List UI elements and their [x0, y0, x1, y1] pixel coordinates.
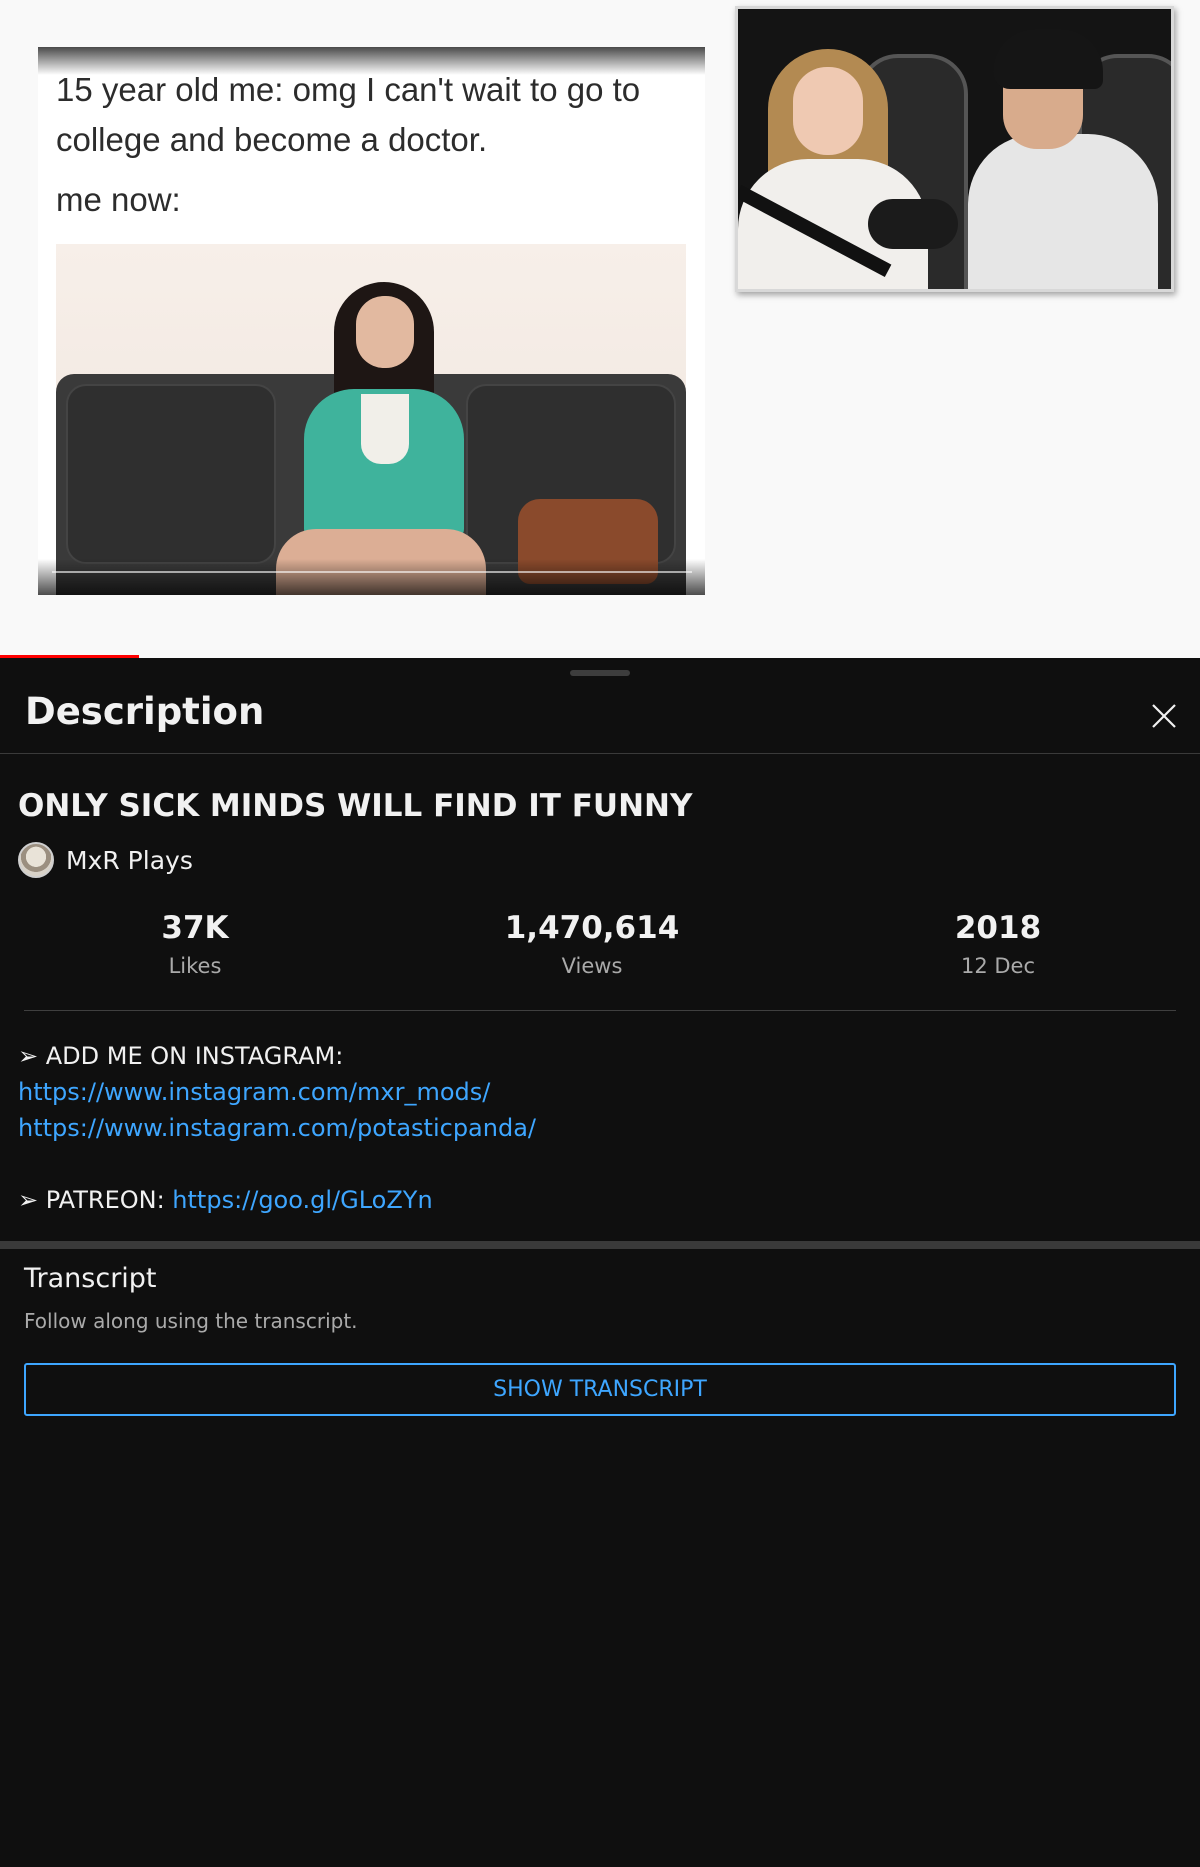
panel-title: Description — [25, 690, 265, 733]
video-player[interactable]: 15 year old me: omg I can't wait to go t… — [0, 0, 1200, 658]
streamer-2-body — [968, 134, 1158, 289]
stat-likes: 37K Likes — [65, 910, 325, 978]
meme-caption-line-3: me now: — [56, 181, 181, 218]
meme-image: 15 year old me: omg I can't wait to go t… — [38, 47, 705, 595]
meme-photo — [56, 244, 686, 595]
meme-caption-line-2: college and become a doctor. — [56, 121, 488, 158]
stats-divider — [24, 1010, 1176, 1011]
streamer-1-face — [793, 67, 863, 155]
couch-cushion — [66, 384, 276, 564]
views-label: Views — [561, 954, 623, 978]
instagram-heading: ➢ ADD ME ON INSTAGRAM: — [18, 1042, 344, 1070]
stat-date: 2018 12 Dec — [868, 910, 1128, 978]
close-icon — [1152, 704, 1176, 728]
upload-year: 2018 — [954, 910, 1042, 946]
transcript-title: Transcript — [24, 1263, 157, 1294]
microphone-icon — [868, 199, 958, 249]
streamer-2-hair — [993, 29, 1103, 89]
person-shirt — [361, 394, 409, 464]
instagram-link-mxr-mods[interactable]: https://www.instagram.com/mxr_mods/ — [18, 1078, 490, 1106]
channel-name[interactable]: MxR Plays — [66, 846, 193, 875]
avatar[interactable] — [18, 842, 54, 878]
meme-caption: 15 year old me: omg I can't wait to go t… — [56, 65, 696, 165]
likes-count: 37K — [161, 910, 229, 946]
bottom-shade — [38, 559, 705, 595]
section-separator — [0, 1241, 1200, 1249]
instagram-link-potasticpanda[interactable]: https://www.instagram.com/potasticpanda/ — [18, 1114, 536, 1142]
close-button[interactable] — [1148, 700, 1180, 732]
patreon-prefix: ➢ PATREON: — [18, 1186, 173, 1214]
scrub-line — [52, 571, 692, 573]
patreon-link[interactable]: https://goo.gl/GLoZYn — [172, 1186, 432, 1214]
transcript-subtitle: Follow along using the transcript. — [24, 1309, 358, 1333]
description-panel: Description ONLY SICK MINDS WILL FIND IT… — [0, 658, 1200, 1867]
meme-caption-line-1: 15 year old me: omg I can't wait to go t… — [56, 71, 641, 108]
drag-handle[interactable] — [570, 670, 630, 676]
panel-header: Description — [0, 678, 1200, 754]
likes-label: Likes — [168, 954, 222, 978]
video-title: ONLY SICK MINDS WILL FIND IT FUNNY — [18, 788, 693, 824]
show-transcript-button[interactable]: SHOW TRANSCRIPT — [24, 1363, 1176, 1416]
views-count: 1,470,614 — [504, 910, 680, 946]
patreon-line: ➢ PATREON: https://goo.gl/GLoZYn — [18, 1182, 1178, 1218]
person-face — [356, 296, 414, 368]
facecam-overlay — [735, 6, 1174, 292]
upload-date: 12 Dec — [960, 954, 1036, 978]
stat-views: 1,470,614 Views — [462, 910, 722, 978]
channel-row[interactable]: MxR Plays — [18, 841, 193, 879]
description-text: ➢ ADD ME ON INSTAGRAM: https://www.insta… — [18, 1038, 1178, 1218]
